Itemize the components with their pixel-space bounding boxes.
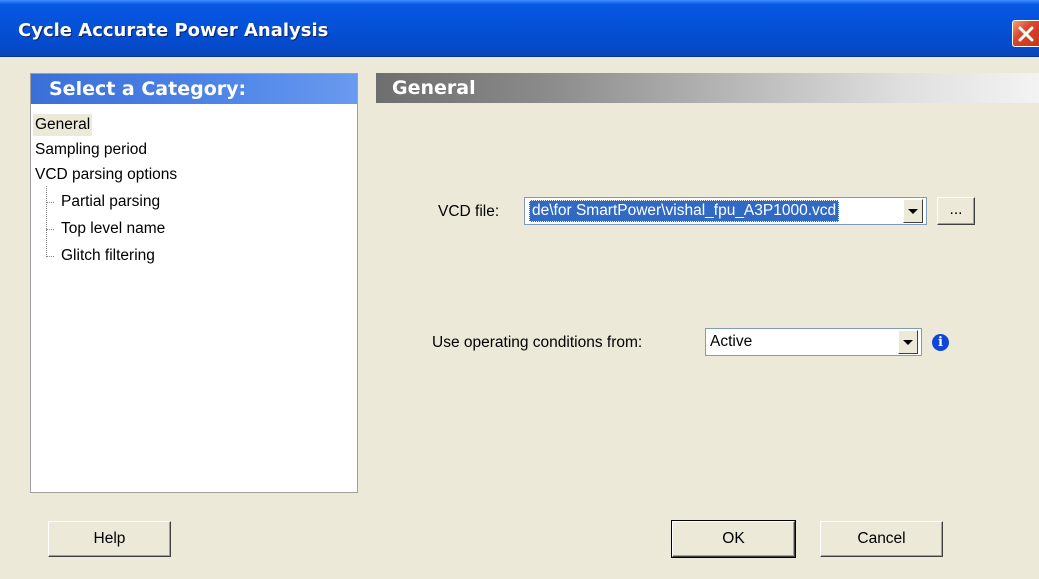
- tree-item-vcd-parsing-options[interactable]: VCD parsing options: [35, 164, 177, 186]
- cancel-button[interactable]: Cancel: [820, 521, 943, 557]
- general-header: General: [376, 73, 1039, 103]
- tree-connector: [46, 186, 47, 257]
- chevron-down-icon[interactable]: [898, 330, 918, 354]
- vcd-file-value[interactable]: de\for SmartPower\vishal_fpu_A3P1000.vcd: [529, 200, 840, 222]
- window-title: Cycle Accurate Power Analysis: [18, 20, 329, 41]
- tree-item-sampling-period[interactable]: Sampling period: [35, 139, 147, 161]
- dialog-client-area: Select a Category: General Sampling peri…: [0, 57, 1039, 579]
- tree-item-partial-parsing[interactable]: Partial parsing: [61, 191, 160, 213]
- tree-connector: [46, 229, 54, 230]
- title-bar: Cycle Accurate Power Analysis: [0, 0, 1039, 57]
- tree-connector: [46, 256, 54, 257]
- browse-button[interactable]: ...: [937, 197, 975, 225]
- close-button[interactable]: [1012, 20, 1039, 47]
- info-icon[interactable]: i: [932, 334, 949, 351]
- vcd-file-label: VCD file:: [438, 203, 500, 220]
- chevron-down-icon[interactable]: [903, 199, 923, 223]
- tree-item-top-level-name[interactable]: Top level name: [61, 218, 165, 240]
- close-icon: [1018, 26, 1034, 42]
- category-panel: Select a Category: General Sampling peri…: [30, 73, 358, 493]
- tree-item-general[interactable]: General: [33, 114, 93, 136]
- tree-connector: [46, 202, 54, 203]
- operating-conditions-value: Active: [710, 333, 753, 350]
- vcd-file-combo[interactable]: de\for SmartPower\vishal_fpu_A3P1000.vcd: [524, 197, 927, 225]
- ok-button[interactable]: OK: [671, 520, 796, 558]
- operating-conditions-label: Use operating conditions from:: [432, 334, 643, 351]
- category-header: Select a Category:: [31, 74, 357, 104]
- tree-item-glitch-filtering[interactable]: Glitch filtering: [61, 245, 155, 267]
- operating-conditions-combo[interactable]: Active: [705, 328, 922, 356]
- help-button[interactable]: Help: [48, 521, 171, 557]
